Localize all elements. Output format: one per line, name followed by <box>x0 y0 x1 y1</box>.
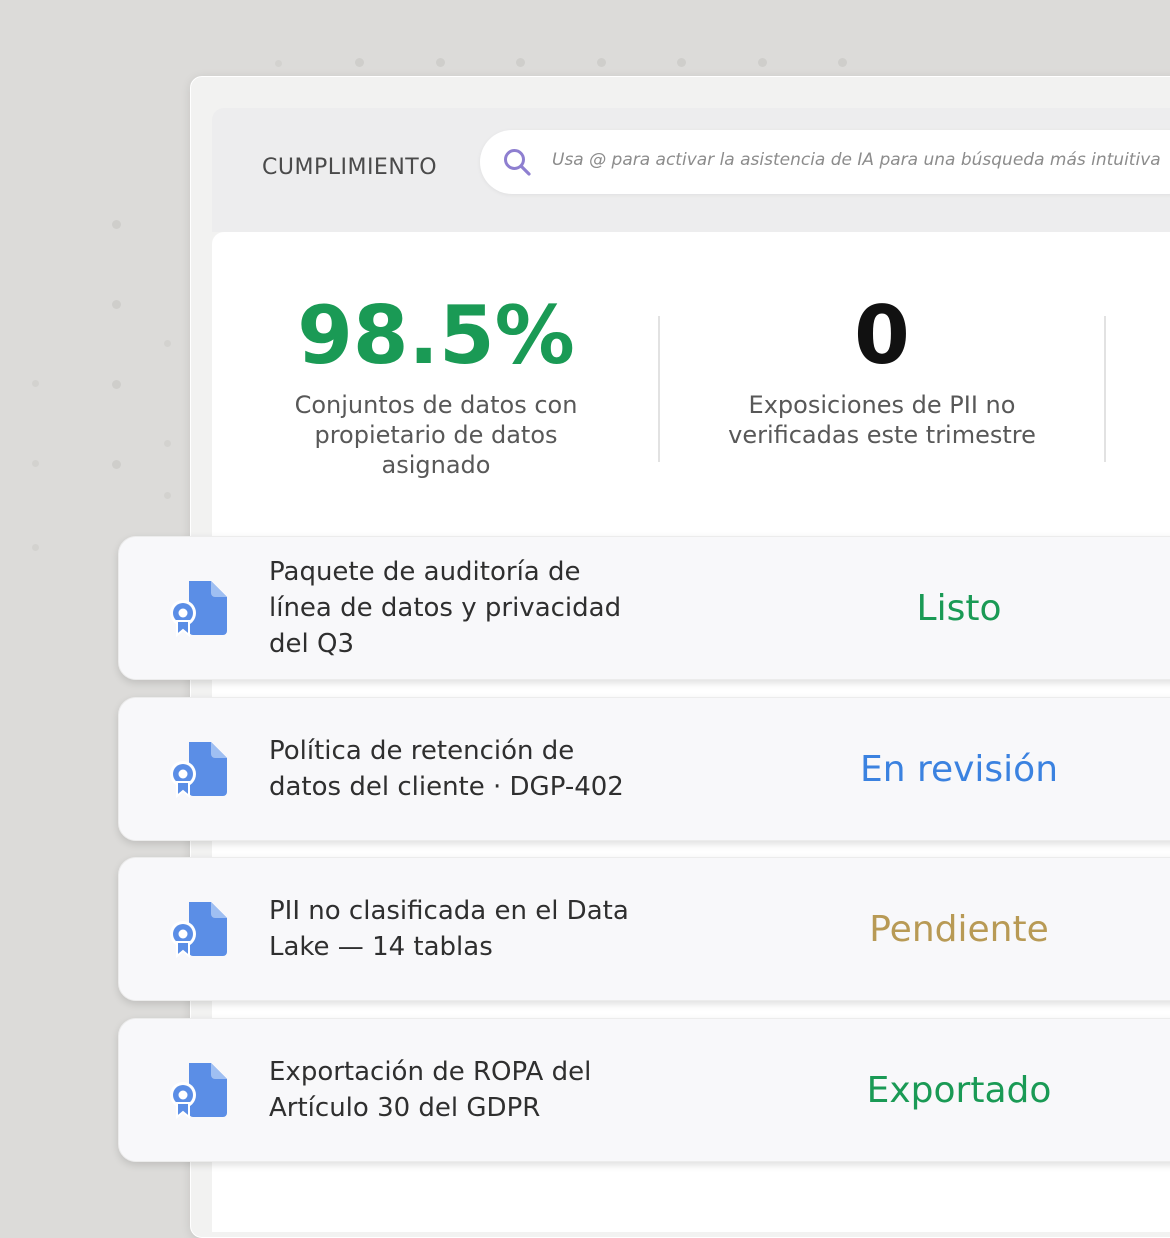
search-input-placeholder[interactable]: Usa @ para activar la asistencia de IA p… <box>552 150 1161 170</box>
status-label: Listo <box>916 587 1002 629</box>
status-label: Exportado <box>866 1069 1052 1111</box>
background-dot <box>436 58 445 67</box>
document-certificate-icon <box>170 902 227 958</box>
section-title: CUMPLIMIENTO <box>262 155 438 180</box>
list-item[interactable]: PII no clasificada en el Data Lake — 14 … <box>118 857 1170 1001</box>
background-dot <box>838 58 847 67</box>
search-icon <box>504 149 531 176</box>
search-bar[interactable]: Usa @ para activar la asistencia de IA p… <box>480 130 1170 194</box>
background-dot <box>597 58 606 67</box>
document-certificate-icon <box>170 742 227 798</box>
stat-divider <box>1104 316 1106 462</box>
stat-divider <box>658 316 660 462</box>
document-certificate-icon <box>170 1063 227 1119</box>
status-label: Pendiente <box>869 908 1049 950</box>
list-item[interactable]: Política de retención de datos del clien… <box>118 697 1170 841</box>
document-certificate-icon <box>170 581 227 637</box>
background-dot <box>112 220 121 229</box>
stat-owned-datasets: 98.5% Conjuntos de datos con propietario… <box>266 290 606 480</box>
list-item-title: Política de retención de datos del clien… <box>269 736 624 802</box>
list-item-title: Exportación de ROPA del Artículo 30 del … <box>269 1057 592 1123</box>
background-dot <box>32 460 39 467</box>
status-label: En revisión <box>859 748 1059 790</box>
background-dot <box>32 380 39 387</box>
background-dot <box>112 460 121 469</box>
background-dot <box>164 440 171 447</box>
stat-label: Exposiciones de PII no verificadas este … <box>728 391 1036 449</box>
background-dot <box>164 492 171 499</box>
background-dot <box>112 300 121 309</box>
stat-value: 98.5% <box>297 289 575 382</box>
list-item[interactable]: Paquete de auditoría de línea de datos y… <box>118 536 1170 680</box>
background-dot <box>758 58 767 67</box>
stat-value: 0 <box>854 289 910 382</box>
background-dot <box>164 340 171 347</box>
list-item-title: PII no clasificada en el Data Lake — 14 … <box>269 896 629 962</box>
stat-pii-exposures: 0 Exposiciones de PII no verificadas est… <box>712 290 1052 450</box>
background-dot <box>516 58 525 67</box>
background-dot <box>275 60 282 67</box>
list-item[interactable]: Exportación de ROPA del Artículo 30 del … <box>118 1018 1170 1162</box>
background-dot <box>355 58 364 67</box>
background-dot <box>677 58 686 67</box>
background-dot <box>32 544 39 551</box>
background-dot <box>112 380 121 389</box>
stat-label: Conjuntos de datos con propietario de da… <box>294 391 578 479</box>
list-item-title: Paquete de auditoría de línea de datos y… <box>269 557 622 659</box>
